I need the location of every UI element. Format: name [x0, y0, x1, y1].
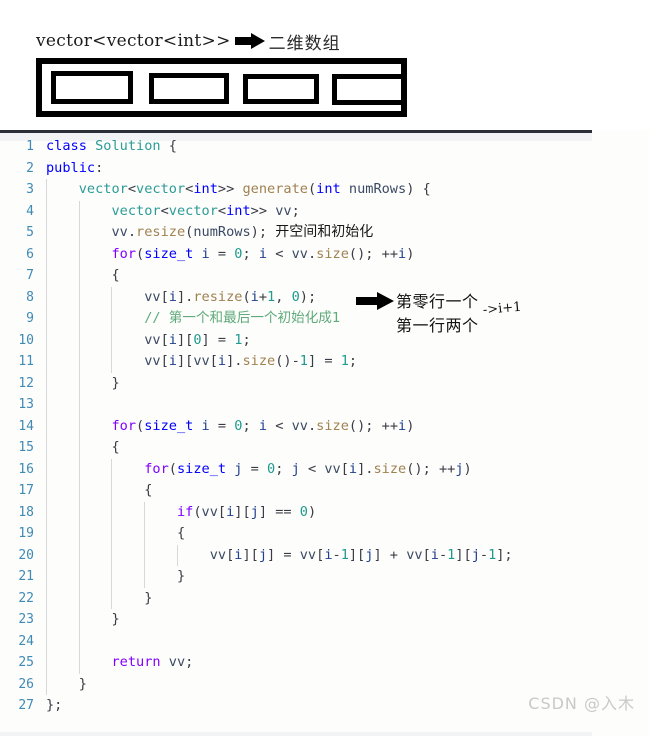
code-line[interactable]: 2 public: [0, 158, 649, 180]
line-code: }; [46, 697, 63, 713]
line-number: 19 [18, 526, 34, 541]
line-number: 9 [26, 311, 34, 326]
line-number: 2 [26, 160, 34, 176]
line-number: 14 [18, 418, 34, 434]
array-cell [332, 74, 406, 105]
line-code: if(vv[i][j] == 0) [176, 503, 317, 520]
code-line[interactable]: 5 vv.resize(numRows); 开空间和初始化 [0, 222, 649, 244]
line-code: vv[i][j] = vv[i-1][j] + vv[i-1][j-1]; [209, 546, 513, 563]
line-number: 10 [18, 332, 34, 348]
code-line[interactable]: 4 vector<vector<int>> vv; [0, 200, 649, 222]
code-line[interactable]: 7 { [0, 265, 649, 287]
line-code: } [46, 675, 87, 692]
line-code: for(size_t i = 0; i < vv.size(); ++i) [111, 417, 415, 434]
line-code: vv.resize(numRows); 开空间和初始化 [111, 224, 374, 240]
code-line[interactable]: 3 vector<vector<int>> generate(int numRo… [0, 179, 649, 201]
line-number: 17 [18, 483, 34, 498]
indent-guide [78, 394, 80, 416]
line-number: 18 [18, 504, 34, 520]
line-code: for(size_t i = 0; i < vv.size(); ++i) [111, 245, 415, 262]
line-number: 25 [18, 655, 34, 670]
line-number: 5 [26, 225, 34, 240]
indent-guide [46, 394, 47, 416]
annotation-note-row0: 第零行一个 [396, 292, 479, 311]
line-code: for(size_t j = 0; j < vv[i].size(); ++j) [144, 460, 472, 477]
annotation-block-right-arrow-icon [356, 292, 394, 310]
line-code: vv[i][0] = 1; [144, 331, 251, 348]
array-cell [149, 73, 229, 104]
diagram-caption: vector<vector<int>> 二维数组 [36, 28, 341, 54]
diagram-caption-label: 二维数组 [268, 33, 341, 54]
line-number: 11 [18, 354, 34, 369]
line-number: 26 [18, 676, 34, 692]
line-number: 12 [18, 375, 34, 391]
line-number: 23 [18, 612, 34, 627]
code-line[interactable]: 17 { [0, 480, 649, 502]
line-number: 27 [18, 698, 34, 713]
line-number: 3 [26, 182, 34, 197]
line-code: { [46, 439, 120, 455]
line-code: vv[i].resize(i+1, 0); [144, 288, 317, 305]
line-number: 20 [18, 547, 34, 563]
line-number: 24 [18, 633, 34, 649]
code-line[interactable]: 25 return vv; [0, 652, 649, 674]
code-line[interactable]: 22 } [0, 587, 649, 609]
line-number: 15 [18, 440, 34, 455]
line-number: 22 [18, 590, 34, 606]
array-cell [51, 71, 133, 104]
line-number: 7 [26, 268, 34, 283]
code-line[interactable]: 14 for(size_t i = 0; i < vv.size(); ++i) [0, 415, 649, 437]
line-code: { [46, 267, 120, 283]
code-line[interactable]: 12 } [0, 372, 649, 394]
csdn-watermark: CSDN @入木 [528, 694, 635, 713]
code-line[interactable]: 20 vv[i][j] = vv[i-1][j] + vv[i-1][j-1]; [0, 544, 649, 566]
code-line[interactable]: 23 } [0, 609, 649, 631]
line-number: 4 [26, 203, 34, 219]
line-code: return vv; [111, 654, 194, 670]
line-code: } [46, 589, 153, 606]
code-lines-container[interactable]: 1 class Solution { 2 public: 3 vector<vector… [0, 136, 649, 717]
block-right-arrow-icon [234, 33, 265, 49]
code-line[interactable]: 11 vv[i][vv[i].size()-1] = 1; [0, 351, 649, 373]
line-code: { [46, 482, 153, 498]
line-number: 16 [18, 461, 34, 477]
line-code: vector<vector<int>> vv; [111, 202, 300, 219]
code-line[interactable]: 1 class Solution { [0, 136, 649, 158]
line-code: { [46, 525, 186, 541]
code-line[interactable]: 6 for(size_t i = 0; i < vv.size(); ++i) [0, 243, 649, 265]
line-code: } [46, 374, 120, 391]
line-number: 21 [18, 569, 34, 584]
annotation-note-row1: 第一行两个 [396, 316, 479, 335]
line-number: 13 [18, 397, 34, 412]
code-bottom-divider [0, 732, 592, 736]
code-line[interactable]: 9 // 第一个和最后一个初始化成1 [0, 308, 649, 330]
code-line[interactable]: 24 [0, 630, 649, 652]
code-line[interactable]: 13 [0, 394, 649, 416]
code-line[interactable]: 15 { [0, 437, 649, 459]
code-line[interactable]: 10 vv[i][0] = 1; [0, 329, 649, 351]
code-line[interactable]: 21 } [0, 566, 649, 588]
array-illustration [36, 58, 407, 117]
hand-drawn-diagram-area: vector<vector<int>> 二维数组 [0, 0, 649, 130]
indent-guide [78, 630, 80, 652]
line-number: 8 [26, 289, 34, 305]
indent-guide [46, 630, 47, 652]
code-block: 1 class Solution { 2 public: 3 vector<vector… [0, 130, 649, 736]
diagram-caption-code: vector<vector<int>> [36, 31, 231, 51]
code-line[interactable]: 8 vv[i].resize(i+1, 0); [0, 286, 649, 308]
line-code: class Solution { [46, 138, 177, 154]
code-line[interactable]: 18 if(vv[i][j] == 0) [0, 501, 649, 523]
line-number: 6 [26, 246, 34, 262]
line-code: } [46, 568, 186, 584]
code-line[interactable]: 19 { [0, 523, 649, 545]
line-code: } [46, 611, 120, 627]
line-code: vv[i][vv[i].size()-1] = 1; [144, 353, 358, 369]
line-code: // 第一个和最后一个初始化成1 [144, 310, 341, 326]
array-cell [243, 74, 319, 104]
code-line[interactable]: 16 for(size_t j = 0; j < vv[i].size(); +… [0, 458, 649, 480]
line-code: public: [46, 159, 104, 176]
line-number: 1 [26, 139, 34, 154]
line-code: vector<vector<int>> generate(int numRows… [78, 181, 431, 197]
